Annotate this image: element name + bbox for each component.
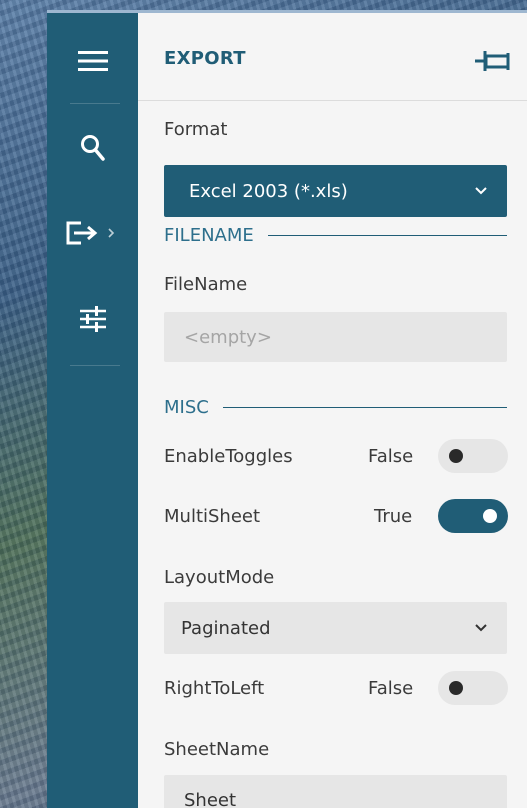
sliders-icon [79, 306, 106, 332]
hamburger-menu-icon [77, 51, 108, 71]
righttoleft-value: False [368, 678, 414, 699]
enabletoggles-value: False [368, 446, 414, 467]
sheetname-value: Sheet [184, 789, 237, 808]
search-button[interactable] [47, 118, 138, 178]
toggle-knob [449, 449, 463, 463]
multisheet-label: MultiSheet [164, 506, 261, 527]
toggle-knob [449, 681, 463, 695]
format-select-value: Excel 2003 (*.xls) [189, 180, 348, 202]
search-icon [80, 135, 105, 161]
sheetname-label: SheetName [164, 739, 270, 760]
layoutmode-select-value: Paginated [181, 617, 271, 639]
multisheet-value: True [374, 506, 413, 527]
enabletoggles-label: EnableToggles [164, 446, 293, 467]
export-panel: EXPORT Format Excel 2003 (*.xls) FILENAM… [138, 13, 527, 808]
filename-label: FileName [164, 274, 248, 295]
enabletoggles-toggle[interactable] [438, 439, 508, 473]
menu-button[interactable] [47, 31, 138, 91]
toggle-knob [483, 509, 497, 523]
rail-divider [70, 103, 120, 104]
section-divider [267, 234, 507, 236]
pin-button[interactable] [475, 48, 515, 74]
section-filename: FILENAME [164, 223, 507, 247]
panel-title: EXPORT [164, 48, 246, 69]
layoutmode-select[interactable]: Paginated [164, 602, 507, 654]
export-button[interactable] [47, 203, 138, 263]
format-select[interactable]: Excel 2003 (*.xls) [164, 165, 507, 217]
section-misc: MISC [164, 395, 507, 419]
export-panel-frame: EXPORT Format Excel 2003 (*.xls) FILENAM… [47, 10, 527, 808]
filename-input[interactable]: <empty> [164, 312, 507, 362]
chevron-down-icon [475, 624, 487, 632]
chevron-down-icon [475, 187, 487, 195]
export-icon [66, 221, 114, 245]
section-title: FILENAME [164, 224, 254, 246]
section-title: MISC [164, 396, 209, 418]
multisheet-toggle[interactable] [438, 499, 508, 533]
side-rail [47, 13, 138, 808]
sheetname-input[interactable]: Sheet [164, 775, 507, 808]
format-label: Format [164, 119, 228, 140]
pin-icon [475, 51, 510, 71]
panel-header: EXPORT [138, 13, 527, 101]
layoutmode-label: LayoutMode [164, 567, 275, 588]
righttoleft-label: RightToLeft [164, 678, 265, 699]
section-divider [222, 406, 507, 408]
settings-button[interactable] [47, 289, 138, 349]
rail-divider [70, 365, 120, 366]
righttoleft-toggle[interactable] [438, 671, 508, 705]
filename-placeholder: <empty> [184, 326, 272, 348]
